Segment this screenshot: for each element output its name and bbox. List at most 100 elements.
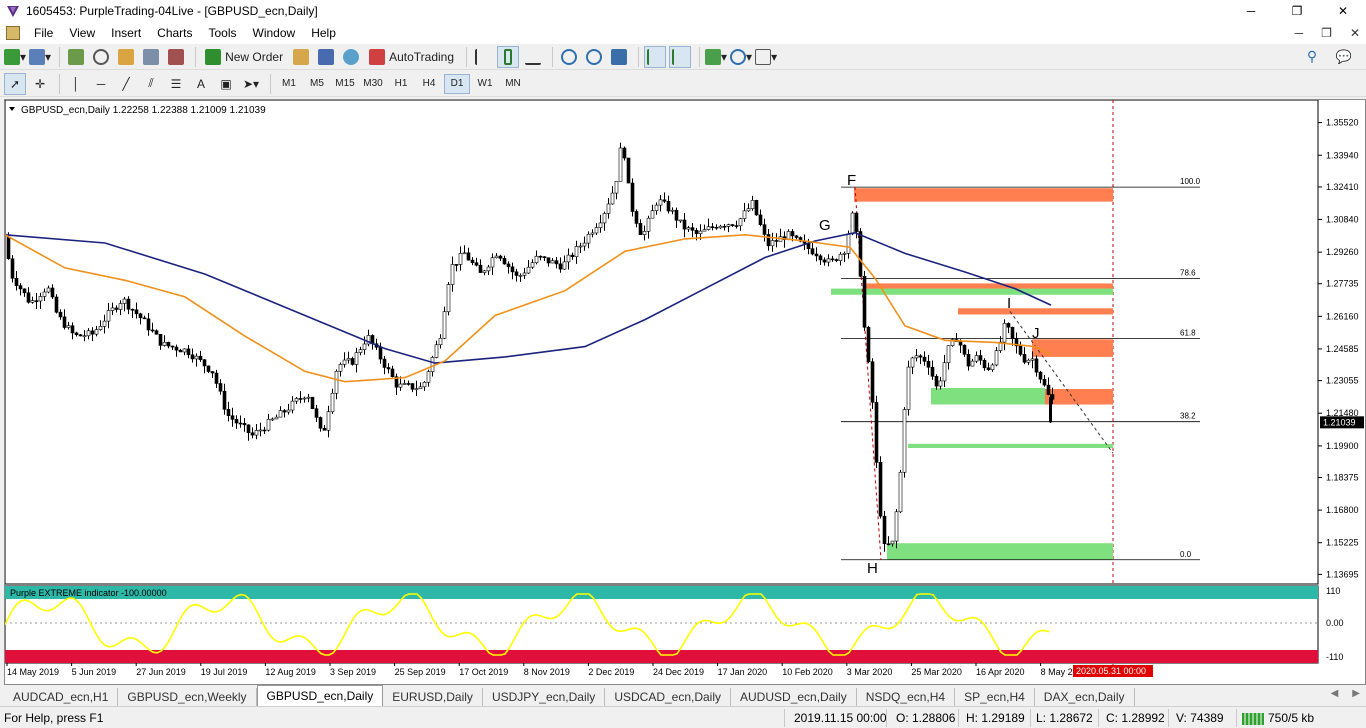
menu-insert[interactable]: Insert <box>103 22 149 44</box>
arrows-tool[interactable]: ➤ ▾ <box>240 73 262 95</box>
tile-windows-button[interactable] <box>608 46 630 68</box>
timeframe-m1[interactable]: M1 <box>276 74 302 94</box>
candle-bear <box>130 308 135 311</box>
tab-audusd-daily[interactable]: AUDUSD_ecn,Daily <box>731 688 857 706</box>
candle-bear <box>710 226 715 228</box>
vertical-line-tool[interactable]: │ <box>65 73 87 95</box>
candle-bear <box>774 240 779 242</box>
new-order-label: New Order <box>225 49 284 64</box>
zoom-out-button[interactable] <box>583 46 605 68</box>
child-restore-icon[interactable]: ❐ <box>1321 22 1332 44</box>
menu-window[interactable]: Window <box>245 22 304 44</box>
minimize-button[interactable]: ─ <box>1228 0 1274 22</box>
horizontal-line-tool[interactable]: ─ <box>90 73 112 95</box>
auto-scroll-button[interactable] <box>644 45 667 68</box>
text-icon: A <box>196 76 205 91</box>
tab-scroll-right-icon[interactable]: ▶ <box>1352 688 1360 699</box>
indicators-button[interactable]: ▾ <box>705 46 727 68</box>
demand-zone <box>831 288 1113 295</box>
line-chart-button[interactable] <box>522 46 544 68</box>
candlestick-button[interactable] <box>497 45 520 68</box>
candle-bull <box>646 217 651 232</box>
price-chart[interactable]: 1.35520 1.33940 1.32410 1.30840 1.29260 1.277… <box>5 100 1365 684</box>
tab-audcad-h1[interactable]: AUDCAD_ecn,H1 <box>4 688 119 706</box>
chart-shift-button[interactable] <box>669 45 692 68</box>
status-divider <box>1030 709 1031 727</box>
chart-window[interactable]: 1.35520 1.33940 1.32410 1.30840 1.29260 1.277… <box>4 99 1366 685</box>
fibonacci-tool[interactable]: ☰ <box>165 73 187 95</box>
candle-bear <box>962 344 967 355</box>
candle-bull <box>826 258 831 263</box>
candle-bear <box>926 361 931 368</box>
periods-button[interactable]: ▾ <box>730 46 752 68</box>
menu-tools[interactable]: Tools <box>201 22 245 44</box>
market-button[interactable] <box>340 46 362 68</box>
profiles-icon <box>29 48 46 65</box>
tab-nsdq-h4[interactable]: NSDQ_ecn,H4 <box>857 688 956 706</box>
document-icon[interactable] <box>6 26 20 40</box>
candle-bull <box>970 360 975 367</box>
navigator-button[interactable] <box>115 46 137 68</box>
candle-bull <box>418 386 423 390</box>
menu-help[interactable]: Help <box>303 22 344 44</box>
chart-collapse-icon[interactable] <box>9 107 15 111</box>
market-watch-button[interactable] <box>65 46 87 68</box>
channel-tool[interactable]: ⫽ <box>140 73 162 95</box>
metaeditor-button[interactable] <box>290 46 312 68</box>
text-tool[interactable]: A <box>190 73 212 95</box>
profiles-button[interactable]: ▾ <box>29 46 51 68</box>
data-window-button[interactable] <box>90 46 112 68</box>
connection-bars-icon[interactable] <box>1242 713 1264 728</box>
tab-usdcad-daily[interactable]: USDCAD_ecn,Daily <box>605 688 732 706</box>
tab-dax-daily[interactable]: DAX_ecn,Daily <box>1035 688 1135 706</box>
bar-chart-button[interactable] <box>472 46 494 68</box>
timeframe-d1[interactable]: D1 <box>444 73 470 94</box>
crosshair-tool[interactable]: ✛ <box>29 73 51 95</box>
tab-gbpusd-weekly[interactable]: GBPUSD_ecn,Weekly <box>118 688 257 706</box>
tab-usdjpy-daily[interactable]: USDJPY_ecn,Daily <box>483 688 606 706</box>
candle-bear <box>1022 354 1027 363</box>
candle-bull <box>522 272 527 276</box>
child-minimize-icon[interactable]: ─ <box>1295 22 1304 44</box>
tab-sp-h4[interactable]: SP_ecn,H4 <box>955 688 1035 706</box>
timeframe-w1[interactable]: W1 <box>472 74 498 94</box>
zoom-in-button[interactable] <box>558 46 580 68</box>
candle-bear <box>870 361 875 403</box>
chat-button[interactable]: 💬 <box>1333 46 1355 68</box>
templates-button[interactable]: ▾ <box>755 46 777 68</box>
new-order-button[interactable]: New Order <box>201 46 287 68</box>
trendline-tool[interactable]: ╱ <box>115 73 137 95</box>
tab-scroll-left-icon[interactable]: ◀ <box>1331 688 1339 699</box>
candle-bull <box>850 212 855 235</box>
menu-view[interactable]: View <box>61 22 103 44</box>
terminal-button[interactable] <box>140 46 162 68</box>
timeframe-m30[interactable]: M30 <box>360 74 386 94</box>
autotrading-button[interactable]: AutoTrading <box>365 46 458 68</box>
menu-file[interactable]: File <box>26 22 61 44</box>
close-button[interactable]: ✕ <box>1320 0 1366 22</box>
timeframe-m15[interactable]: M15 <box>332 74 358 94</box>
candle-bull <box>534 255 539 264</box>
text-label-tool[interactable]: ▣ <box>215 73 237 95</box>
search-button[interactable]: ⚲ <box>1301 46 1323 68</box>
candle-bull <box>610 192 615 205</box>
signals-button[interactable] <box>315 46 337 68</box>
timeframe-h1[interactable]: H1 <box>388 74 414 94</box>
candle-bear <box>730 224 735 226</box>
tab-gbpusd-daily[interactable]: GBPUSD_ecn,Daily <box>256 685 384 706</box>
candle-bull <box>842 253 847 255</box>
maximize-button[interactable]: ❐ <box>1274 0 1320 22</box>
demand-zone <box>908 443 1113 448</box>
tab-eurusd-daily[interactable]: EURUSD,Daily <box>383 688 483 706</box>
candle-bear <box>206 365 211 372</box>
strategy-tester-button[interactable] <box>165 46 187 68</box>
timeframe-m5[interactable]: M5 <box>304 74 330 94</box>
timeframe-mn[interactable]: MN <box>500 74 526 94</box>
indicator-level-label: -110 <box>1326 652 1343 662</box>
child-close-icon[interactable]: ✕ <box>1350 22 1360 44</box>
candle-bull <box>706 226 711 230</box>
new-chart-button[interactable]: ▾ <box>4 46 26 68</box>
timeframe-h4[interactable]: H4 <box>416 74 442 94</box>
menu-charts[interactable]: Charts <box>149 22 200 44</box>
cursor-tool[interactable]: ➚ <box>4 72 26 95</box>
